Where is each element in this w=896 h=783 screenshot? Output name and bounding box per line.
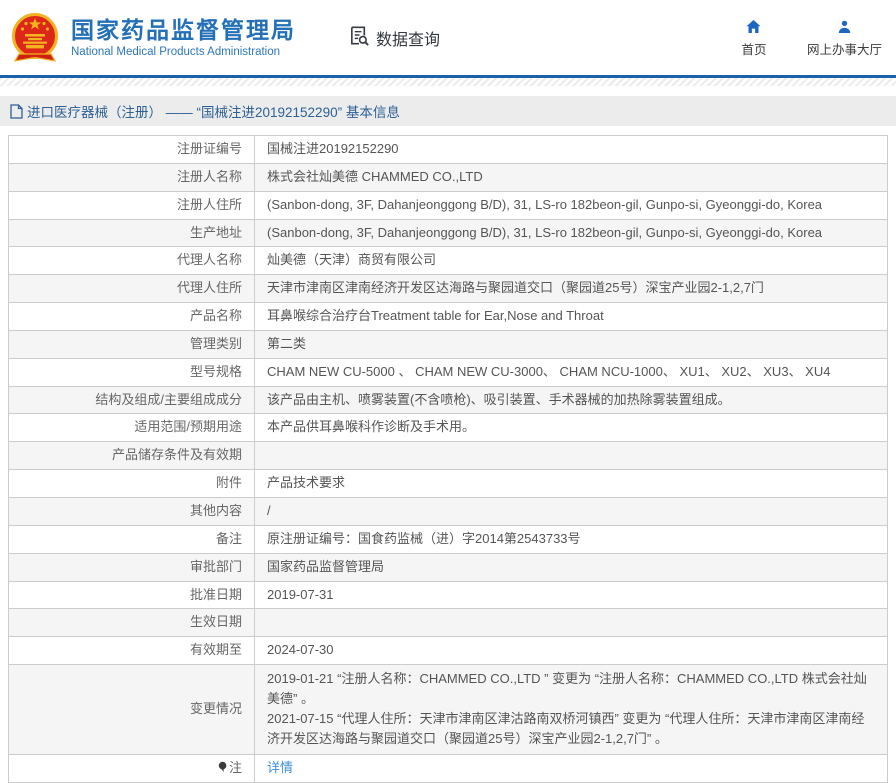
row-value: 灿美德（天津）商贸有限公司 <box>255 247 888 275</box>
table-row: 变更情况2019-01-21 “注册人名称：CHAMMED CO.,LTD ” … <box>9 665 888 755</box>
row-value: 天津市津南区津南经济开发区达海路与聚园道交口（聚园道25号）深宝产业园2-1,2… <box>255 275 888 303</box>
nav-service-hall[interactable]: 网上办事大厅 <box>807 18 882 58</box>
table-row: 型号规格CHAM NEW CU-5000 、 CHAM NEW CU-3000、… <box>9 358 888 386</box>
row-label: 生效日期 <box>9 609 255 637</box>
table-row: 适用范围/预期用途本产品供耳鼻喉科作诊断及手术用。 <box>9 414 888 442</box>
row-label: 产品储存条件及有效期 <box>9 442 255 470</box>
row-label: 适用范围/预期用途 <box>9 414 255 442</box>
home-icon <box>745 18 762 35</box>
table-row: 生产地址(Sanbon-dong, 3F, Dahanjeonggong B/D… <box>9 219 888 247</box>
row-label: 批准日期 <box>9 581 255 609</box>
row-label: 生产地址 <box>9 219 255 247</box>
table-row: 注册证编号国械注进20192152290 <box>9 136 888 164</box>
row-label: 型号规格 <box>9 358 255 386</box>
row-value: 2019-01-21 “注册人名称：CHAMMED CO.,LTD ” 变更为 … <box>255 665 888 755</box>
hatch-band <box>0 78 896 86</box>
row-value: 国械注进20192152290 <box>255 136 888 164</box>
row-value: 本产品供耳鼻喉科作诊断及手术用。 <box>255 414 888 442</box>
site-title-en: National Medical Products Administration <box>71 46 296 58</box>
pin-icon <box>217 760 228 779</box>
nav-home-label: 首页 <box>741 39 766 58</box>
row-value: 原注册证编号：国食药监械（进）字2014第2543733号 <box>255 525 888 553</box>
detail-link[interactable]: 详情 <box>267 760 293 775</box>
site-header: 国家药品监督管理局 National Medical Products Admi… <box>0 0 896 75</box>
row-value: 产品技术要求 <box>255 470 888 498</box>
table-row: 结构及组成/主要组成成分该产品由主机、喷雾装置(不含喷枪)、吸引装置、手术器械的… <box>9 386 888 414</box>
data-query-label: 数据查询 <box>376 26 440 50</box>
table-row: 注册人住所(Sanbon-dong, 3F, Dahanjeonggong B/… <box>9 191 888 219</box>
row-value: 株式会社灿美德 CHAMMED CO.,LTD <box>255 163 888 191</box>
table-row: 审批部门国家药品监督管理局 <box>9 553 888 581</box>
row-label: 注册人名称 <box>9 163 255 191</box>
row-label: 审批部门 <box>9 553 255 581</box>
row-label: 结构及组成/主要组成成分 <box>9 386 255 414</box>
row-value: 2024-07-30 <box>255 637 888 665</box>
data-query-icon <box>348 24 371 52</box>
row-value: 耳鼻喉综合治疗台Treatment table for Ear,Nose and… <box>255 303 888 331</box>
nav-home[interactable]: 首页 <box>737 18 771 58</box>
table-row: 附件产品技术要求 <box>9 470 888 498</box>
row-label: 代理人名称 <box>9 247 255 275</box>
nav-service-hall-label: 网上办事大厅 <box>807 39 882 58</box>
site-title-cn: 国家药品监督管理局 <box>71 17 296 43</box>
row-value: CHAM NEW CU-5000 、 CHAM NEW CU-3000、 CHA… <box>255 358 888 386</box>
row-label: 注册证编号 <box>9 136 255 164</box>
table-row: 产品储存条件及有效期 <box>9 442 888 470</box>
row-label: 有效期至 <box>9 637 255 665</box>
row-label: 产品名称 <box>9 303 255 331</box>
data-query-nav[interactable]: 数据查询 <box>348 24 440 52</box>
table-row: 注详情 <box>9 754 888 783</box>
row-value: 国家药品监督管理局 <box>255 553 888 581</box>
breadcrumb-text: 进口医疗器械（注册） —— “国械注进20192152290” 基本信息 <box>27 101 400 121</box>
registration-info-table: 注册证编号国械注进20192152290注册人名称株式会社灿美德 CHAMMED… <box>8 135 888 783</box>
row-value <box>255 609 888 637</box>
nmpa-emblem-logo[interactable] <box>8 10 62 66</box>
table-row: 管理类别第二类 <box>9 330 888 358</box>
user-icon <box>836 18 853 35</box>
row-label: 备注 <box>9 525 255 553</box>
table-row: 批准日期2019-07-31 <box>9 581 888 609</box>
table-row: 备注原注册证编号：国食药监械（进）字2014第2543733号 <box>9 525 888 553</box>
row-value: (Sanbon-dong, 3F, Dahanjeonggong B/D), 3… <box>255 219 888 247</box>
row-label: 管理类别 <box>9 330 255 358</box>
table-row: 生效日期 <box>9 609 888 637</box>
row-label: 注 <box>9 754 255 783</box>
row-label: 变更情况 <box>9 665 255 755</box>
row-label: 代理人住所 <box>9 275 255 303</box>
row-value: 详情 <box>255 754 888 783</box>
row-label: 注册人住所 <box>9 191 255 219</box>
table-row: 有效期至2024-07-30 <box>9 637 888 665</box>
table-row: 代理人住所天津市津南区津南经济开发区达海路与聚园道交口（聚园道25号）深宝产业园… <box>9 275 888 303</box>
row-value <box>255 442 888 470</box>
row-label: 其他内容 <box>9 497 255 525</box>
row-value: / <box>255 497 888 525</box>
site-title-block: 国家药品监督管理局 National Medical Products Admi… <box>71 17 296 58</box>
table-row: 注册人名称株式会社灿美德 CHAMMED CO.,LTD <box>9 163 888 191</box>
document-icon <box>10 104 23 119</box>
row-value: 2019-07-31 <box>255 581 888 609</box>
row-label: 附件 <box>9 470 255 498</box>
header-right-nav: 首页 网上办事大厅 <box>737 18 882 58</box>
row-value: (Sanbon-dong, 3F, Dahanjeonggong B/D), 3… <box>255 191 888 219</box>
breadcrumb: 进口医疗器械（注册） —— “国械注进20192152290” 基本信息 <box>0 96 896 126</box>
row-value: 该产品由主机、喷雾装置(不含喷枪)、吸引装置、手术器械的加热除雾装置组成。 <box>255 386 888 414</box>
table-row: 产品名称耳鼻喉综合治疗台Treatment table for Ear,Nose… <box>9 303 888 331</box>
table-row: 代理人名称灿美德（天津）商贸有限公司 <box>9 247 888 275</box>
table-row: 其他内容/ <box>9 497 888 525</box>
row-value: 第二类 <box>255 330 888 358</box>
